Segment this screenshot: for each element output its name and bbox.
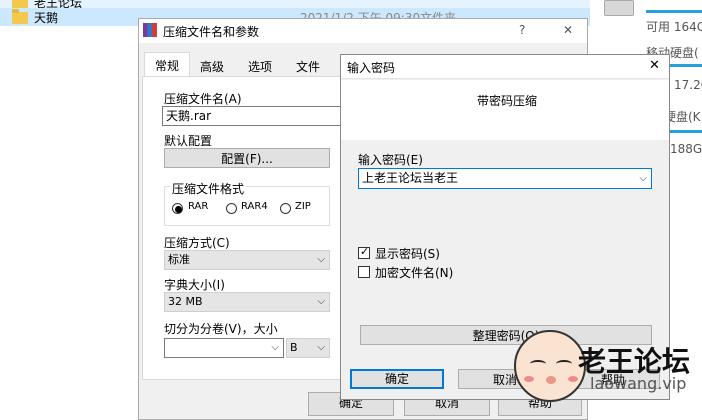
method-value: 标准	[168, 253, 190, 266]
method-label: 压缩方式(C)	[164, 236, 230, 250]
password-input[interactable]: 上老王论坛当老王 ⌵	[358, 168, 652, 189]
archive-name-input[interactable]: 天鹅.rar	[162, 106, 342, 126]
watermark: 老王论坛 laowang.vip	[510, 326, 702, 420]
format-rar-radio[interactable]	[172, 203, 183, 214]
dictionary-label: 字典大小(I)	[164, 278, 225, 292]
split-size-input[interactable]: ⌵	[164, 338, 284, 358]
watermark-url: laowang.vip	[590, 374, 687, 393]
archive-dialog-titlebar[interactable]: 压缩文件名和参数 ? ✕	[139, 19, 587, 43]
eye-icon	[556, 360, 572, 368]
close-icon[interactable]: ✕	[649, 58, 660, 73]
profile-button[interactable]: 配置(F)...	[164, 148, 330, 168]
winrar-icon	[143, 23, 157, 37]
password-label: 输入密码(E)	[358, 153, 423, 167]
password-ok-button[interactable]: 确定	[350, 369, 444, 389]
nose-icon	[546, 376, 556, 384]
tab-advanced[interactable]: 高级	[190, 54, 234, 76]
file-name: 天鹅	[34, 11, 59, 25]
split-unit-select[interactable]: B ⌵	[286, 338, 330, 358]
format-rar4-radio[interactable]	[226, 203, 237, 214]
blush-icon	[524, 376, 534, 382]
split-unit-value: B	[290, 341, 298, 354]
password-dialog-title: 输入密码	[347, 61, 396, 75]
password-dialog-heading: 带密码压缩	[477, 94, 538, 108]
password-dialog-titlebar[interactable]: 输入密码 ✕	[341, 55, 669, 79]
checkmark-icon: ✓	[360, 245, 370, 258]
encrypt-filenames-checkbox[interactable]	[358, 266, 370, 278]
tab-options[interactable]: 选项	[238, 54, 282, 76]
show-password-checkbox[interactable]: ✓	[358, 245, 370, 259]
password-value: 上老王论坛当老王	[362, 171, 459, 185]
drive-free: 可用 164G	[646, 20, 702, 34]
chevron-down-icon: ⌵	[317, 254, 325, 265]
dictionary-value: 32 MB	[168, 295, 203, 308]
format-rar4-label: RAR4	[241, 201, 268, 212]
method-select[interactable]: 标准 ⌵	[164, 250, 330, 270]
folder-icon	[12, 9, 28, 24]
close-icon[interactable]: ✕	[563, 23, 573, 37]
tab-files[interactable]: 文件	[286, 54, 330, 76]
old-man-avatar-icon	[514, 330, 586, 402]
tab-general[interactable]: 常规	[144, 52, 191, 76]
default-profile-label: 默认配置	[164, 134, 213, 148]
chevron-down-icon: ⌵	[639, 173, 647, 184]
chevron-down-icon: ⌵	[271, 342, 279, 353]
split-volume-label: 切分为分卷(V)，大小	[164, 322, 278, 336]
radio-selected-dot	[175, 206, 182, 213]
chevron-down-icon: ⌵	[317, 342, 325, 353]
drive-icon	[604, 0, 634, 16]
archive-dialog-title: 压缩文件名和参数	[163, 25, 260, 39]
folder-icon	[12, 0, 28, 8]
drive-usage-bar	[646, 10, 702, 13]
archive-name-label: 压缩文件名(A)	[164, 92, 242, 106]
drive-free: 188G	[670, 142, 702, 156]
drive-free: 17.2G	[674, 78, 702, 92]
blush-icon	[568, 376, 578, 382]
eye-icon	[530, 360, 546, 368]
encrypt-filenames-label: 加密文件名(N)	[375, 266, 454, 280]
format-zip-label: ZIP	[295, 201, 311, 212]
chevron-down-icon: ⌵	[317, 296, 325, 307]
format-rar-label: RAR	[188, 201, 209, 212]
show-password-label: 显示密码(S)	[375, 247, 440, 261]
format-group-label: 压缩文件格式	[170, 180, 247, 197]
dictionary-select[interactable]: 32 MB ⌵	[164, 292, 330, 312]
format-zip-radio[interactable]	[280, 203, 291, 214]
password-dialog-header: 带密码压缩	[341, 80, 669, 140]
help-icon[interactable]: ?	[519, 23, 525, 37]
